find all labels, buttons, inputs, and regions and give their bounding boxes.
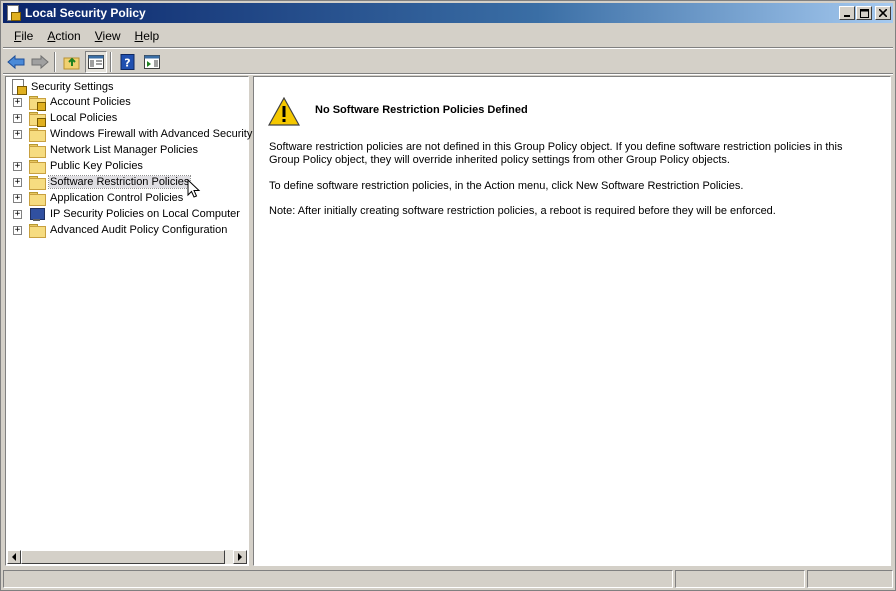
toolbar-separator [54, 51, 56, 72]
minimize-icon [844, 15, 850, 17]
back-button[interactable] [5, 51, 27, 73]
maximize-button[interactable] [856, 6, 872, 20]
console-tree: Security Settings + Account Policies + Loca… [6, 79, 252, 239]
mouse-pointer-icon [187, 179, 201, 198]
message-paragraph-2: To define software restriction policies,… [269, 180, 744, 192]
folder-icon [29, 192, 46, 206]
forward-button[interactable] [29, 51, 51, 73]
tree-item-label: Public Key Policies [50, 160, 143, 172]
expand-plus-icon[interactable]: + [13, 130, 22, 139]
folder-icon [29, 128, 46, 142]
tree-item-account-policies[interactable]: + Account Policies [6, 95, 248, 111]
show-hide-console-tree-button[interactable] [85, 50, 107, 73]
up-folder-icon [63, 57, 80, 69]
title-bar[interactable]: Local Security Policy [3, 3, 893, 23]
status-bar [3, 569, 893, 589]
help-button[interactable]: ? [117, 51, 139, 73]
scroll-right-button[interactable] [233, 550, 247, 564]
menu-file[interactable]: File [3, 29, 40, 43]
tree-root-label: Security Settings [31, 81, 114, 93]
locked-folder-icon [29, 112, 46, 127]
scroll-thumb[interactable] [21, 550, 225, 564]
tree-item-label: Software Restriction Policies [47, 175, 192, 189]
security-policy-app-icon [6, 5, 21, 21]
tree-item-advanced-audit-policy-configuration[interactable]: + Advanced Audit Policy Configuration [6, 223, 248, 239]
expand-plus-icon[interactable]: + [13, 226, 22, 235]
close-button[interactable] [875, 6, 891, 20]
maximize-icon [859, 8, 869, 18]
expand-plus-icon[interactable]: + [13, 194, 22, 203]
tree-item-label: Windows Firewall with Advanced Security [50, 128, 253, 140]
tree-item-ip-security-policies-on-local-computer[interactable]: + IP Security Policies on Local Computer [6, 207, 248, 223]
scroll-track[interactable] [225, 550, 233, 564]
toolbar-divider [3, 73, 893, 75]
expand-plus-icon[interactable]: + [13, 98, 22, 107]
tree-item-label: Advanced Audit Policy Configuration [50, 224, 228, 236]
tree-item-application-control-policies[interactable]: + Application Control Policies [6, 191, 248, 207]
menu-action[interactable]: Action [40, 29, 87, 43]
scroll-left-button[interactable] [7, 550, 21, 564]
folder-icon [29, 176, 46, 190]
tree-item-windows-firewall-with-advanced-security[interactable]: + Windows Firewall with Advanced Security [6, 127, 252, 143]
message-heading: No Software Restriction Policies Defined [315, 104, 528, 116]
close-icon [879, 9, 887, 17]
forward-icon [31, 54, 49, 69]
toolbar-separator [110, 51, 112, 72]
right-arrow-icon [238, 553, 242, 561]
tree-item-public-key-policies[interactable]: + Public Key Policies [6, 159, 248, 175]
expand-plus-icon[interactable]: + [13, 114, 22, 123]
expand-plus-icon[interactable]: + [13, 162, 22, 171]
back-icon [7, 54, 25, 69]
menu-bar: File Action View Help [3, 26, 893, 46]
result-pane: No Software Restriction Policies Defined… [253, 76, 891, 566]
action-pane-icon [144, 54, 160, 69]
menu-view[interactable]: View [88, 29, 128, 43]
message-paragraph-1: Software restriction policies are not de… [269, 141, 843, 166]
monitor-icon [29, 208, 45, 222]
status-cell-2 [675, 570, 805, 588]
folder-icon [29, 160, 46, 174]
security-settings-icon [11, 79, 27, 95]
folder-icon [29, 224, 46, 238]
tree-item-label: Application Control Policies [50, 192, 184, 204]
warning-icon [268, 97, 300, 126]
menu-help[interactable]: Help [128, 29, 167, 43]
tree-item-label: IP Security Policies on Local Computer [50, 208, 240, 220]
toolbar: ? [3, 49, 893, 74]
folder-icon [29, 144, 46, 158]
tree-item-local-policies[interactable]: + Local Policies [6, 111, 248, 127]
status-cell-main [3, 570, 673, 588]
tree-item-label: Account Policies [50, 96, 131, 108]
tree-item-software-restriction-policies[interactable]: + Software Restriction Policies [6, 175, 248, 191]
tree-item-label: Network List Manager Policies [50, 144, 198, 156]
status-cell-3 [807, 570, 893, 588]
message-paragraph-3: Note: After initially creating software … [269, 205, 776, 217]
minimize-button[interactable] [839, 6, 855, 20]
locked-folder-icon [29, 96, 46, 111]
show-action-pane-button[interactable] [141, 51, 163, 73]
help-icon: ? [120, 53, 135, 70]
up-one-level-button[interactable] [61, 51, 83, 73]
local-security-policy-window: Local Security Policy File Action View H… [0, 0, 896, 591]
svg-text:?: ? [124, 56, 130, 69]
left-arrow-icon [12, 553, 16, 561]
show-hide-console-tree-icon [88, 54, 104, 69]
tree-item-network-list-manager-policies[interactable]: Network List Manager Policies [6, 143, 248, 159]
tree-item-label: Local Policies [50, 112, 118, 124]
caption-buttons [838, 6, 891, 20]
window-title: Local Security Policy [25, 6, 146, 20]
tree-root-security-settings[interactable]: Security Settings [6, 79, 248, 95]
expand-plus-icon[interactable]: + [13, 178, 22, 187]
console-tree-pane[interactable]: Security Settings + Account Policies + Loca… [5, 76, 252, 566]
horizontal-scrollbar[interactable] [7, 550, 247, 564]
expand-plus-icon[interactable]: + [13, 210, 22, 219]
